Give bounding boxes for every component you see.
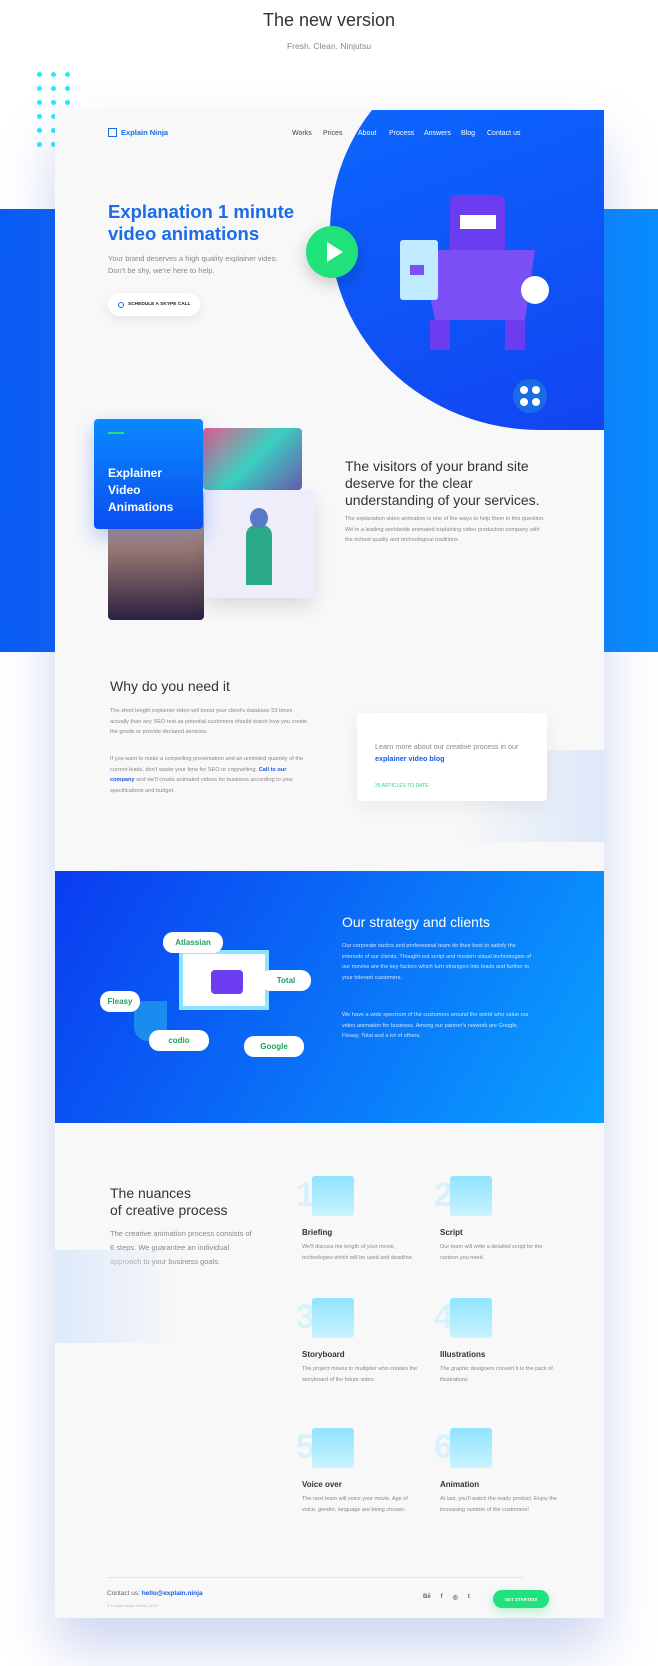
twitter-icon[interactable]: t [468, 1594, 470, 1601]
articles-count: 35 ARTICLES TO DATE [375, 783, 429, 789]
play-icon [327, 242, 343, 262]
clock-icon [118, 301, 124, 308]
showcase-subtitle: Fresh. Clean. Ninjutsu [286, 41, 372, 51]
ninja-illustration [400, 195, 549, 350]
step-text: At last, you'll watch the ready product.… [440, 1496, 557, 1513]
why-paragraph-2: If you want to make a compelling present… [110, 756, 304, 794]
hero-headline: Explanation 1 minute video animations [108, 201, 295, 244]
document-clip-icon [450, 1176, 492, 1216]
facebook-icon[interactable]: f [441, 1594, 443, 1601]
nav-process[interactable]: Process [389, 130, 414, 137]
strategy-paragraph-2: We have a wide spectrum of the customers… [342, 1012, 529, 1039]
client-google: Google [244, 1036, 304, 1057]
nav-works[interactable]: Works [292, 130, 312, 137]
copyright: © Explain Ninja Studio, 2016 [107, 1603, 158, 1608]
notepad-pen-icon [312, 1176, 354, 1216]
logo[interactable]: Explain Ninja [108, 128, 168, 137]
nav-answers[interactable]: Answers [424, 130, 451, 137]
landing-page-card: Explain Ninja Works Prices About Process… [55, 110, 604, 1618]
strategy-paragraph-1: Our corporate tactics and professional t… [342, 943, 531, 981]
schedule-call-button[interactable]: SCHEDULE A SKYPE CALL [108, 293, 200, 316]
process-heading: The nuances of creative process [110, 1185, 228, 1218]
step-text: Our team will write a detailed script fo… [440, 1244, 543, 1261]
client-fleasy: Fleasy [100, 991, 140, 1012]
visitors-text: The explanation video animation is one o… [345, 516, 545, 543]
why-heading: Why do you need it [110, 678, 230, 694]
scroll-icon [108, 128, 117, 137]
nav-about[interactable]: About [358, 130, 376, 137]
client-codio: codio [149, 1030, 209, 1051]
step-title: Briefing [302, 1228, 333, 1237]
step-title: Voice over [302, 1480, 342, 1489]
behance-icon[interactable]: Bē [423, 1594, 431, 1601]
step-title: Animation [440, 1480, 480, 1489]
explainer-card: Explainer Video Animations [94, 419, 203, 529]
strategy-heading: Our strategy and clients [342, 914, 490, 930]
film-reel-icon [513, 379, 547, 413]
footer-contact: Contact us: hello@explain.ninja [107, 1590, 203, 1597]
flag-icon [450, 1428, 492, 1468]
step-text: The project moves to multiplier who crea… [302, 1366, 418, 1383]
woman-illustration [204, 490, 314, 598]
storyboard-grid-icon [312, 1298, 354, 1338]
step-title: Storyboard [302, 1350, 345, 1359]
footer-divider [107, 1577, 524, 1578]
play-button[interactable] [306, 226, 358, 278]
client-total: Total [261, 970, 311, 991]
nav-prices[interactable]: Prices [323, 130, 342, 137]
instagram-icon[interactable]: ◎ [453, 1594, 458, 1601]
monitor-illustration [179, 950, 269, 1010]
blog-link[interactable]: explainer video blog [375, 754, 445, 763]
fade-decoration [55, 1250, 180, 1343]
client-atlassian: Atlassian [163, 932, 223, 953]
nav-blog[interactable]: Blog [461, 130, 475, 137]
social-links: Bē f ◎ t [423, 1594, 470, 1601]
play-icon [211, 970, 243, 994]
city-image [203, 428, 302, 490]
megaphone-icon [312, 1428, 354, 1468]
email-link[interactable]: hello@explain.ninja [142, 1590, 203, 1597]
showcase-title: The new version [262, 10, 396, 30]
step-title: Script [440, 1228, 463, 1237]
step-text: We'll discuss the length of your movie, … [302, 1244, 414, 1261]
nav-contact[interactable]: Contact us [487, 130, 520, 137]
strategy-section: Atlassian Total Fleasy codio Google Our … [55, 871, 604, 1123]
why-paragraph-1: The short length explainer video will bo… [110, 708, 308, 735]
step-text: The graphic designers convert it to the … [440, 1366, 553, 1383]
get-started-button[interactable]: GET STARTED! [493, 1590, 549, 1608]
blog-card: Learn more about our creative process in… [357, 713, 547, 801]
house-icon [450, 1298, 492, 1338]
step-title: Illustrations [440, 1350, 486, 1359]
visitors-heading: The visitors of your brand site deserve … [345, 458, 540, 508]
step-text: The next team will voice your movie. Age… [302, 1496, 408, 1513]
hero-text: Your brand deserves a high quality expla… [108, 254, 278, 275]
